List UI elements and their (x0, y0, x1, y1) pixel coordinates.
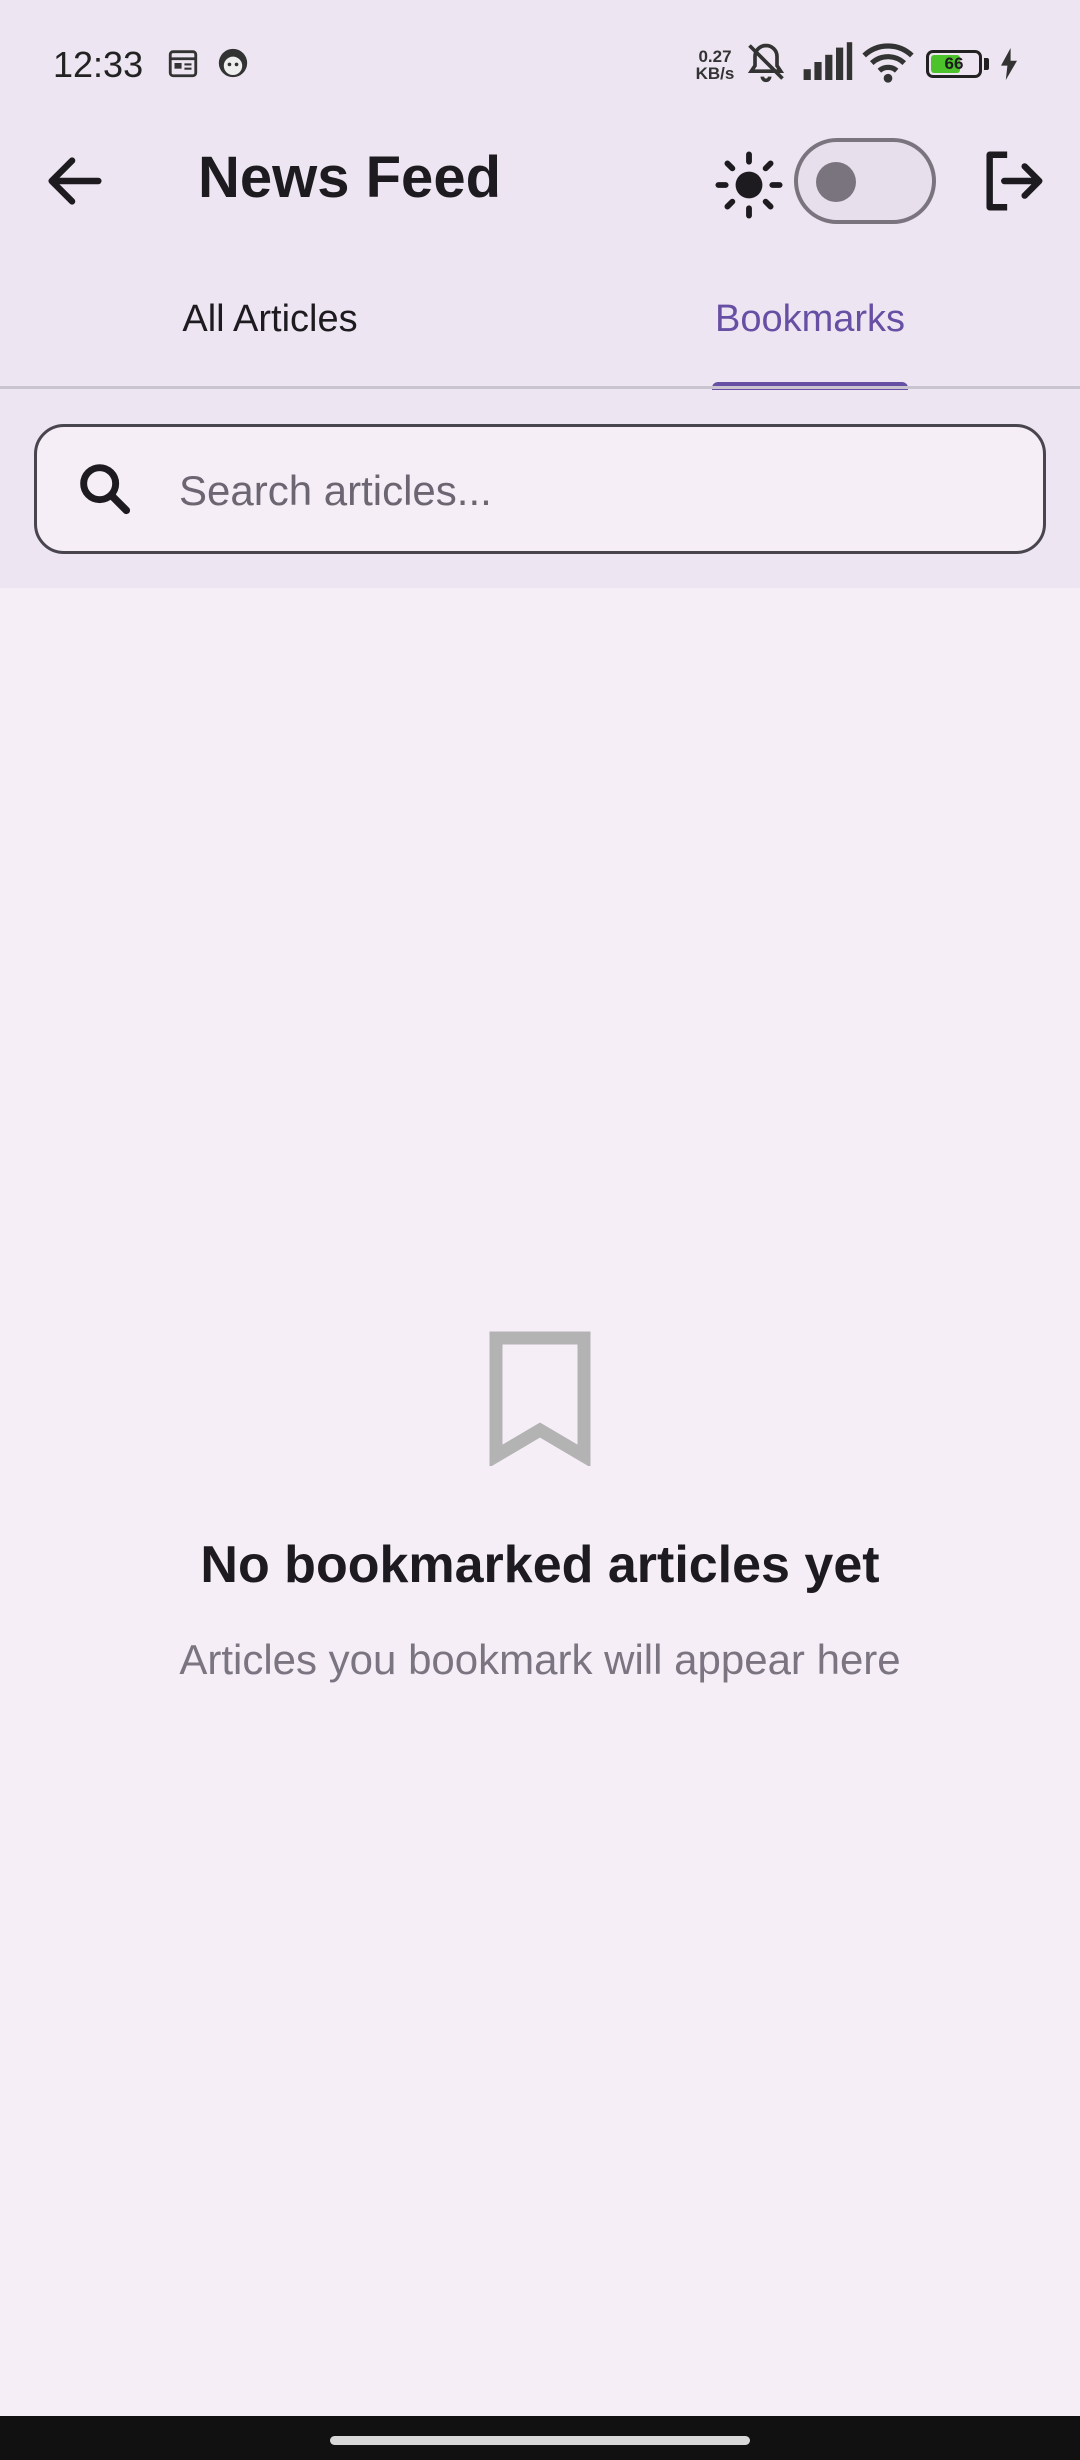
bell-muted-icon (747, 43, 785, 83)
net-speed: 0.27 KB/s (690, 48, 740, 82)
system-nav-bar (0, 2416, 1080, 2460)
sun-icon (715, 151, 783, 219)
calendar-icon (168, 50, 198, 78)
bookmark-icon (489, 1331, 591, 1466)
battery-tip (984, 58, 989, 70)
status-bar: 12:33 0.27 KB/s 66 (0, 0, 1080, 130)
net-speed-unit: KB/s (695, 64, 735, 83)
theme-toggle[interactable] (794, 138, 936, 224)
toggle-thumb (816, 162, 856, 202)
charging-icon (1001, 48, 1017, 80)
empty-state-subtitle: Articles you bookmark will appear here (179, 1636, 901, 1683)
app-bar: News Feed (0, 130, 1080, 230)
wifi-icon (862, 43, 914, 83)
battery-icon: 66 (926, 50, 982, 78)
tab-bookmarks[interactable]: Bookmarks (540, 298, 1080, 341)
tab-all-articles[interactable]: All Articles (0, 298, 540, 341)
arrow-left-icon[interactable] (40, 146, 110, 216)
face-icon (218, 48, 248, 78)
page-title: News Feed (198, 145, 501, 210)
signal-icon (803, 42, 853, 80)
logout-icon[interactable] (978, 146, 1048, 216)
search-box[interactable] (34, 424, 1046, 554)
status-time: 12:33 (53, 44, 144, 85)
search-icon (80, 464, 131, 515)
net-speed-value: 0.27 (698, 47, 732, 66)
empty-state-title: No bookmarked articles yet (200, 1536, 880, 1594)
home-handle[interactable] (330, 2436, 750, 2445)
search-input[interactable] (177, 455, 1001, 527)
tab-bar: All Articles Bookmarks (0, 280, 1080, 390)
tab-divider (0, 386, 1080, 389)
battery-level: 66 (944, 54, 964, 73)
